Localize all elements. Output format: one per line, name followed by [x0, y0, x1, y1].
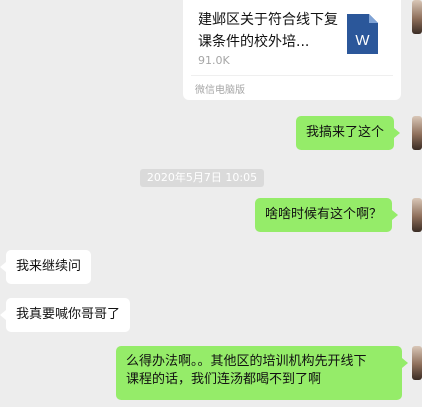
my-avatar[interactable]: [412, 116, 422, 150]
message-bubble-sent[interactable]: 么得办法啊。。其他区的培训机构先开线下 课程的话，我们连汤都喝不到了啊: [116, 346, 408, 400]
message-text: 我真要喊你哥哥了: [16, 307, 121, 322]
message-text-line: 课程的话，我们连汤都喝不到了啊: [126, 372, 322, 387]
message-text-line: 么得办法啊。。其他区的培训机构先开线下: [126, 354, 367, 369]
file-size: 91.0K: [198, 54, 230, 67]
message-text: 啥啥时候有这个啊？: [265, 207, 383, 222]
file-card-divider: [191, 75, 393, 76]
file-title: 建邺区关于符合线下复课条件的校外培...: [198, 12, 338, 50]
file-source-label: 微信电脑版: [195, 85, 245, 96]
word-doc-icon: W: [347, 14, 378, 54]
my-avatar[interactable]: [412, 346, 422, 380]
message-bubble-received[interactable]: 我真要喊你哥哥了: [0, 298, 131, 332]
message-text: 我搞来了这个: [306, 125, 385, 140]
message-bubble-sent[interactable]: 啥啥时候有这个啊？: [255, 198, 399, 232]
message-bubble-received[interactable]: 我来继续问: [0, 250, 92, 284]
timestamp: 2020年5月7日 10:05: [140, 169, 264, 187]
message-text: 我来继续问: [16, 259, 82, 274]
my-avatar[interactable]: [412, 0, 422, 34]
word-doc-letter: W: [355, 32, 370, 49]
my-avatar[interactable]: [412, 198, 422, 232]
file-message-card[interactable]: 建邺区关于符合线下复课条件的校外培... 91.0K W 微信电脑版: [183, 0, 401, 100]
message-bubble-sent[interactable]: 我搞来了这个: [296, 116, 401, 150]
